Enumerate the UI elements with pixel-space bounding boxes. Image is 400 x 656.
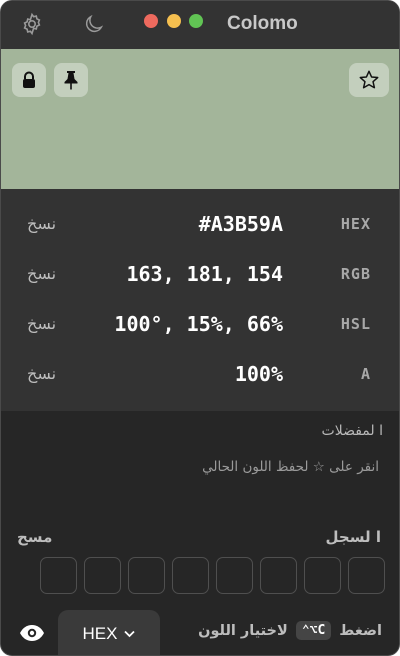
alpha-copy-button[interactable]: نسخ [27,364,56,383]
app-title: Colomo [227,13,298,34]
eye-icon [20,625,44,641]
history-slot[interactable] [84,557,121,594]
title-bar: Colomo [1,1,399,49]
close-window-button[interactable] [144,14,158,28]
favorite-button[interactable] [349,63,389,97]
color-swatch [1,49,399,189]
zoom-window-button[interactable] [189,14,203,28]
alpha-row: نسخ 100% A [1,350,399,400]
format-select[interactable]: HEX [58,610,160,655]
shortcut-hint: اضغط ⌃⌥C لاختيار اللون [198,621,382,640]
shortcut-key: ⌃⌥C [295,621,332,640]
minimize-window-button[interactable] [167,14,181,28]
clear-history-button[interactable]: مسح [17,528,52,546]
hsl-row: نسخ 100°, 15%, 66% HSL [1,300,399,350]
hex-row: نسخ #A3B59A HEX [1,200,399,250]
history-slot[interactable] [172,557,209,594]
hsl-label: HSL [340,315,371,333]
rgb-row: نسخ 163, 181, 154 RGB [1,250,399,300]
app-window: Colomo نسخ #A3B59A HEX نسخ 163, 181, 154… [0,0,400,656]
eye-button[interactable] [17,621,47,645]
favorites-hint-before: انقر على [329,459,379,475]
hsl-copy-button[interactable]: نسخ [27,314,56,333]
favorites-title: ا لمفضلات [321,423,383,439]
hsl-value[interactable]: 100°, 15%, 66% [114,312,283,336]
press-label: اضغط [339,622,382,639]
rgb-copy-button[interactable]: نسخ [27,264,56,283]
favorites-hint-after: لحفظ اللون الحالي [202,459,309,475]
pick-color-label: لاختيار اللون [198,622,288,639]
history-slot[interactable] [216,557,253,594]
pin-icon [64,71,78,90]
rgb-value[interactable]: 163, 181, 154 [126,262,283,286]
star-icon [359,70,379,89]
pin-button[interactable] [54,63,88,97]
lock-icon [23,71,35,88]
alpha-label: A [360,365,371,383]
history-slot[interactable] [260,557,297,594]
hex-copy-button[interactable]: نسخ [27,214,56,233]
history-title: ا لسجل [325,528,381,546]
favorites-hint: انقر على ☆ لحفظ اللون الحالي [202,459,379,475]
hex-value[interactable]: #A3B59A [199,212,283,236]
star-icon: ☆ [312,459,325,475]
history-slot[interactable] [40,557,77,594]
rgb-label: RGB [340,265,371,283]
lock-button[interactable] [12,63,46,97]
alpha-value[interactable]: 100% [235,362,283,386]
history-slot[interactable] [128,557,165,594]
moon-icon[interactable] [81,11,107,37]
chevron-down-icon [124,630,136,637]
history-slot[interactable] [348,557,385,594]
history-slot[interactable] [304,557,341,594]
hex-label: HEX [340,215,371,233]
gear-icon[interactable] [19,11,45,37]
format-value: HEX [82,623,118,643]
color-values-panel: نسخ #A3B59A HEX نسخ 163, 181, 154 RGB نس… [1,189,399,411]
